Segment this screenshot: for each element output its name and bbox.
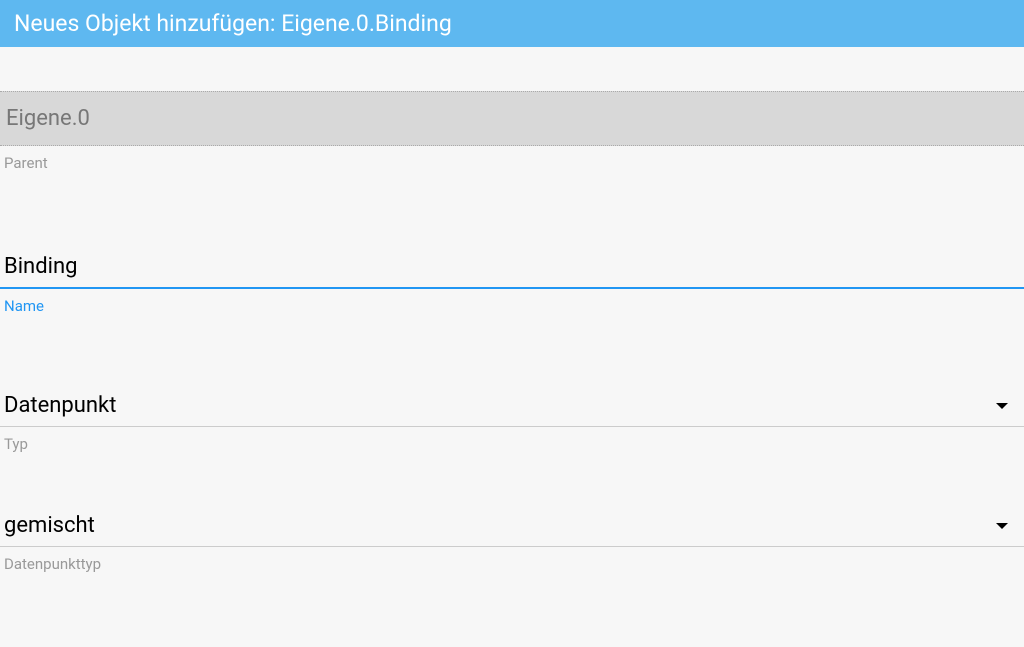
name-input[interactable] [0, 244, 1024, 289]
field-datentyp: gemischt Datenpunkttyp [0, 503, 1024, 573]
typ-label: Typ [0, 427, 1024, 453]
field-parent: Parent [0, 91, 1024, 172]
typ-select[interactable]: Datenpunkt [0, 383, 1024, 427]
name-label: Name [0, 289, 1024, 315]
dropdown-icon [996, 523, 1008, 529]
dialog-content: Parent Name Datenpunkt Typ gemischt Date… [0, 91, 1024, 573]
field-typ: Datenpunkt Typ [0, 383, 1024, 453]
dropdown-icon [996, 403, 1008, 409]
datentyp-label: Datenpunkttyp [0, 547, 1024, 573]
parent-input [0, 91, 1024, 146]
parent-label: Parent [0, 146, 1024, 172]
dialog-title: Neues Objekt hinzufügen: Eigene.0.Bindin… [14, 10, 452, 37]
datentyp-select[interactable]: gemischt [0, 503, 1024, 547]
dialog-header: Neues Objekt hinzufügen: Eigene.0.Bindin… [0, 0, 1024, 47]
typ-value: Datenpunkt [4, 393, 116, 418]
datentyp-value: gemischt [4, 513, 95, 538]
field-name: Name [0, 244, 1024, 315]
